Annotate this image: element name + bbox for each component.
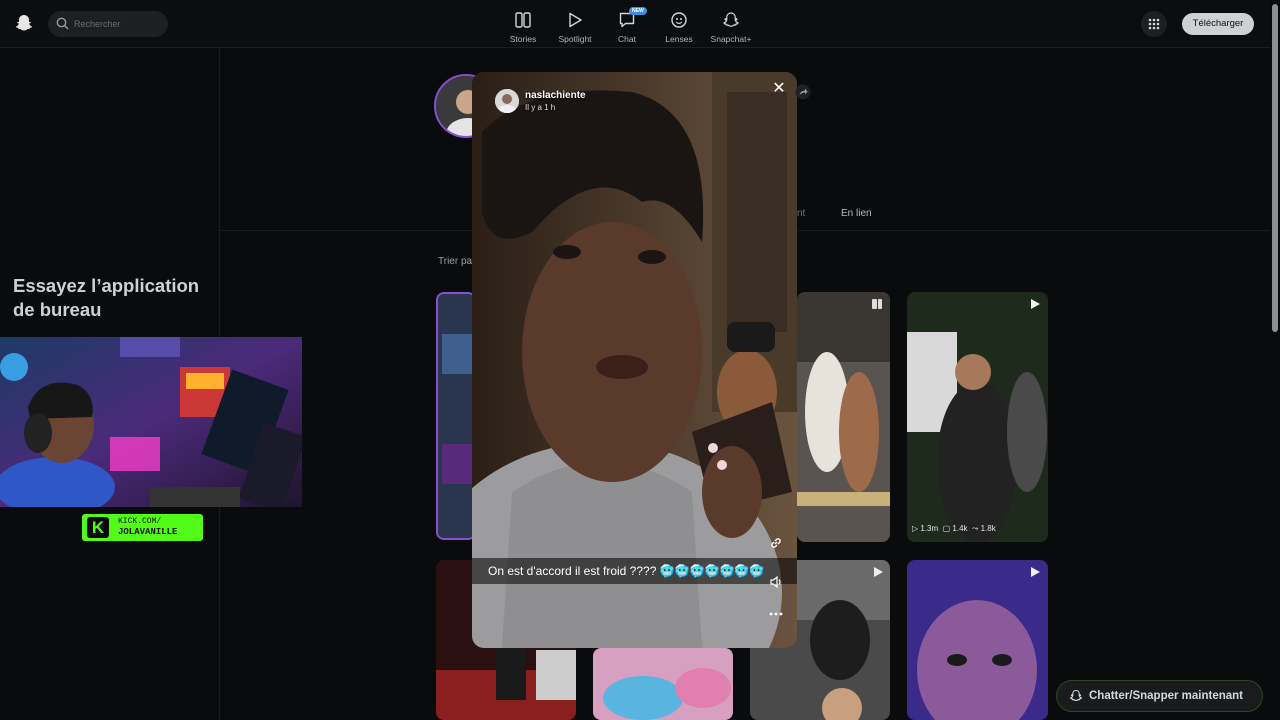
- nav-lenses[interactable]: Lenses: [651, 8, 707, 46]
- kick-logo-icon: K: [87, 517, 109, 538]
- comments-count: 1.4k: [952, 524, 968, 533]
- sort-label[interactable]: Trier pa: [438, 256, 472, 267]
- spotlight-thumbnail[interactable]: [797, 292, 890, 542]
- nav-chat-label: Chat: [618, 34, 636, 44]
- spotlight-play-icon: [569, 12, 582, 28]
- sound-icon[interactable]: [769, 575, 783, 589]
- spotlight-thumbnail[interactable]: [593, 648, 733, 720]
- search-bar[interactable]: [48, 11, 168, 37]
- nav-stories[interactable]: Stories: [495, 8, 551, 46]
- ghost-icon: [1069, 689, 1083, 702]
- chat-snap-now-label: Chatter/Snapper maintenant: [1089, 690, 1243, 702]
- kick-channel-text: JOLAVANILLE: [118, 527, 178, 537]
- nav-snapchat-plus[interactable]: Snapchat+: [703, 8, 759, 46]
- kick-channel-badge: K KICK.COM/ JOLAVANILLE: [82, 514, 203, 541]
- nav-lenses-label: Lenses: [665, 34, 693, 44]
- apps-grid-icon: [1148, 18, 1160, 30]
- lenses-icon: [671, 12, 687, 28]
- thumbnail-image: [593, 648, 733, 720]
- profile-tab-linked[interactable]: En lien: [841, 208, 872, 219]
- desktop-app-promo-title: Essayez l’application de bureau: [13, 275, 200, 320]
- top-bar: Stories Spotlight NEW Chat Lenses Snapch…: [0, 0, 1270, 48]
- thumbnail-image: [907, 560, 1048, 720]
- snapchat-ghost-icon[interactable]: [14, 13, 34, 33]
- nav-spotlight-label: Spotlight: [558, 34, 592, 44]
- story-username[interactable]: naslachiente: [525, 90, 586, 101]
- shares-count: 1.8k: [980, 524, 996, 533]
- story-user-avatar-image: [495, 89, 519, 113]
- link-icon[interactable]: [769, 536, 783, 550]
- thumbnail-image: [907, 292, 1048, 542]
- story-caption: On est d'accord il est froid ???? 🥶🥶🥶🥶🥶🥶…: [472, 558, 797, 584]
- new-badge: NEW: [629, 7, 647, 15]
- nav-stories-label: Stories: [509, 34, 537, 44]
- story-viewer-modal[interactable]: naslachiente Il y a 1 h ✕ On est d'accor…: [472, 72, 797, 648]
- nav-spotlight[interactable]: Spotlight: [547, 8, 603, 46]
- multi-snap-icon: [872, 299, 882, 309]
- spotlight-thumbnail[interactable]: [907, 560, 1048, 720]
- snapchat-plus-icon: [723, 12, 739, 27]
- profile-tab-partial[interactable]: nt: [797, 208, 805, 219]
- nav-chat[interactable]: NEW Chat: [599, 7, 655, 46]
- more-options-icon[interactable]: [769, 610, 783, 618]
- story-timestamp: Il y a 1 h: [525, 103, 556, 112]
- views-count: 1.3m: [920, 524, 939, 533]
- streamer-webcam-overlay: [0, 337, 302, 507]
- search-input[interactable]: [74, 16, 160, 32]
- search-icon: [56, 17, 69, 30]
- share-icon[interactable]: [795, 84, 811, 100]
- story-user-avatar[interactable]: [495, 89, 519, 113]
- thumbnail-image: [797, 292, 890, 542]
- spotlight-thumbnail[interactable]: ▷ 1.3m ▢ 1.4k ⤳ 1.8k: [907, 292, 1048, 542]
- thumbnail-stats: ▷ 1.3m ▢ 1.4k ⤳ 1.8k: [912, 524, 996, 533]
- chat-snap-now-button[interactable]: Chatter/Snapper maintenant: [1056, 680, 1263, 712]
- kick-domain-text: KICK.COM/: [118, 517, 162, 526]
- nav-snapchat-plus-label: Snapchat+: [710, 34, 752, 44]
- play-icon: [1031, 567, 1040, 577]
- thumbnail-image: [438, 294, 474, 538]
- apps-grid-button[interactable]: [1141, 11, 1167, 37]
- scrollbar-thumb[interactable]: [1272, 4, 1278, 332]
- play-icon: [1031, 299, 1040, 309]
- download-button[interactable]: Télécharger: [1182, 13, 1254, 35]
- close-icon[interactable]: ✕: [770, 80, 788, 98]
- stories-icon: [515, 12, 531, 28]
- webcam-scene-image: [0, 337, 302, 507]
- play-icon: [874, 567, 883, 577]
- spotlight-thumbnail[interactable]: [436, 292, 476, 540]
